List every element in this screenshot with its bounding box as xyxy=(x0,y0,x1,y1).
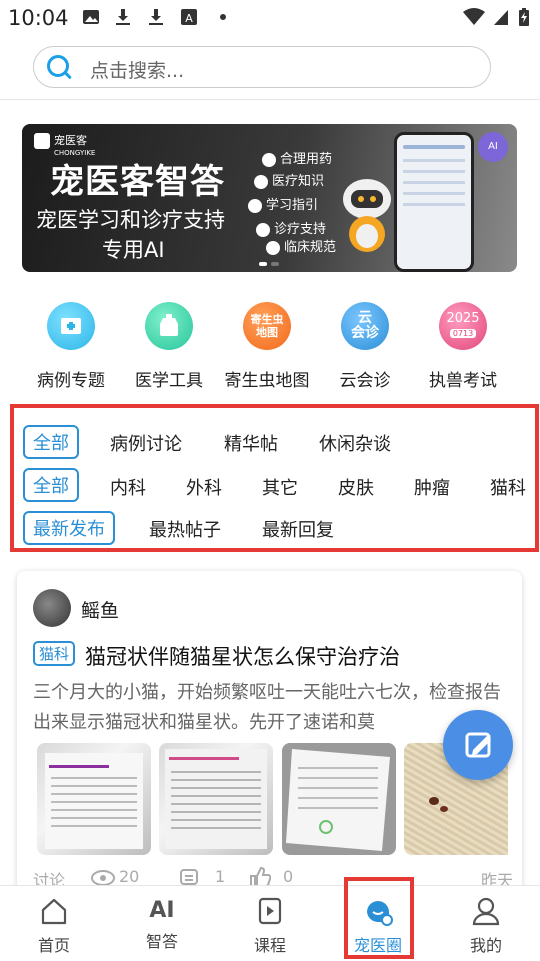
active-nav-highlight xyxy=(344,877,414,959)
shortcut-label: 云会诊 xyxy=(339,371,391,391)
status-bar: 10:04 A xyxy=(0,0,540,36)
feature-icon xyxy=(262,152,276,167)
banner-feature: 诊疗支持 xyxy=(256,218,326,237)
download-icon xyxy=(116,9,130,25)
views-icon xyxy=(91,870,115,886)
nav-profile[interactable]: 我的 xyxy=(432,886,540,961)
banner-subtitle-2: 专用AI xyxy=(102,238,165,262)
shortcut-vet-exam[interactable]: 2025 0713 执兽考试 xyxy=(415,302,511,392)
signal-icon xyxy=(494,10,508,25)
exam-2025-icon: 2025 0713 xyxy=(439,302,487,350)
banner-pagination xyxy=(259,262,279,266)
sort-latest-post[interactable]: 最新发布 xyxy=(23,511,115,545)
edit-icon xyxy=(465,732,491,758)
status-time: 10:04 xyxy=(8,6,69,30)
compose-post-button[interactable] xyxy=(443,710,513,780)
post-image[interactable] xyxy=(37,743,151,855)
shortcut-label: 寄生虫地图 xyxy=(224,371,310,391)
filter-category-featured[interactable]: 精华帖 xyxy=(224,430,278,456)
post-category-tag: 猫科 xyxy=(33,641,76,666)
filter-department-tumor[interactable]: 肿瘤 xyxy=(414,474,450,500)
like-icon[interactable] xyxy=(249,867,271,887)
nav-label: 智答 xyxy=(145,932,178,951)
sort-hottest[interactable]: 最热帖子 xyxy=(149,516,221,542)
search-placeholder: 点击搜索... xyxy=(90,60,185,82)
filter-category-casual[interactable]: 休闲杂谈 xyxy=(319,430,391,456)
exam-date: 0713 xyxy=(449,329,477,338)
nav-label: 我的 xyxy=(469,936,502,955)
likes-count: 0 xyxy=(283,867,294,886)
profile-icon xyxy=(472,897,500,926)
post-author[interactable]: 鳐鱼 xyxy=(81,596,119,623)
post-image[interactable] xyxy=(159,743,273,855)
shortcut-medical-tools[interactable]: 医学工具 xyxy=(121,302,217,392)
header-divider xyxy=(0,99,540,100)
robot-mascot-icon xyxy=(343,179,391,252)
nav-label: 课程 xyxy=(253,936,286,955)
banner-logo-text: 宠医客 xyxy=(54,134,87,147)
promo-banner[interactable]: 宠医客 CHONGYIKE 宠医客智答 宠医学习和诊疗支持 专用AI 合理用药 … xyxy=(22,124,517,272)
banner-feature: 学习指引 xyxy=(248,194,318,213)
sort-latest-reply[interactable]: 最新回复 xyxy=(262,516,334,542)
shortcut-label: 病例专题 xyxy=(37,371,105,391)
bottom-nav: 首页 AI 智答 课程 宠医圈 我的 xyxy=(0,885,540,961)
nav-home[interactable]: 首页 xyxy=(0,886,108,961)
filter-department-feline[interactable]: 猫科 xyxy=(490,474,526,500)
banner-feature: 临床规范 xyxy=(266,236,336,255)
shortcut-label: 执兽考试 xyxy=(429,371,497,391)
text-notification-icon: A xyxy=(181,9,197,25)
home-icon xyxy=(41,898,67,925)
nav-course[interactable]: 课程 xyxy=(216,886,324,961)
post-title[interactable]: 猫冠状伴随猫星状怎么保守治疗治 xyxy=(85,641,400,671)
feature-icon xyxy=(248,198,262,213)
wifi-icon xyxy=(463,8,485,25)
filter-category-all[interactable]: 全部 xyxy=(23,425,79,459)
exam-year: 2025 xyxy=(446,311,480,326)
filter-department-all[interactable]: 全部 xyxy=(23,468,79,502)
banner-feature: 医疗知识 xyxy=(254,170,324,189)
comments-count: 1 xyxy=(215,867,226,886)
feature-icon xyxy=(256,222,270,237)
course-play-icon xyxy=(258,897,282,925)
battery-charging-icon xyxy=(519,8,529,26)
case-folder-icon xyxy=(47,302,95,350)
cloud-consult-icon: 云会诊 xyxy=(341,302,389,350)
image-notification-icon xyxy=(83,10,99,24)
banner-feature: 合理用药 xyxy=(262,148,332,167)
feature-icon xyxy=(254,174,268,189)
search-icon xyxy=(47,55,69,77)
views-count: 20 xyxy=(119,867,140,886)
shortcut-cloud-consult[interactable]: 云会诊 云会诊 xyxy=(317,302,413,392)
shortcut-label: 医学工具 xyxy=(135,371,203,391)
banner-title: 宠医客智答 xyxy=(50,162,225,202)
banner-phone-mockup xyxy=(394,132,474,272)
more-dot-icon xyxy=(220,14,226,20)
search-bar[interactable]: 点击搜索... xyxy=(33,46,491,88)
svg-text:A: A xyxy=(185,12,193,25)
post-excerpt: 三个月大的小猫，开始频繁呕吐一天能吐六七次，检查报告出来显示猫冠状和猫星状。先开… xyxy=(33,682,501,733)
parasite-map-icon: 寄生虫 地图 xyxy=(243,302,291,350)
banner-subtitle-1: 宠医学习和诊疗支持 xyxy=(36,208,225,232)
ai-icon: AI xyxy=(149,898,175,923)
avatar[interactable] xyxy=(33,589,71,627)
filter-department-internal[interactable]: 内科 xyxy=(110,474,146,500)
filter-category-case-discussion[interactable]: 病例讨论 xyxy=(110,430,182,456)
filter-department-skin[interactable]: 皮肤 xyxy=(338,474,374,500)
filter-department-other[interactable]: 其它 xyxy=(262,474,298,500)
ai-badge-icon: AI xyxy=(478,132,508,162)
feature-icon xyxy=(266,240,280,255)
shortcut-parasite-map[interactable]: 寄生虫 地图 寄生虫地图 xyxy=(219,302,315,392)
post-image[interactable] xyxy=(282,743,396,855)
nav-label: 首页 xyxy=(37,936,70,955)
nav-ai[interactable]: AI 智答 xyxy=(108,886,216,961)
shortcut-case-topics[interactable]: 病例专题 xyxy=(23,302,119,392)
medical-tool-icon xyxy=(145,302,193,350)
download-icon xyxy=(149,9,163,25)
filter-department-surgery[interactable]: 外科 xyxy=(186,474,222,500)
